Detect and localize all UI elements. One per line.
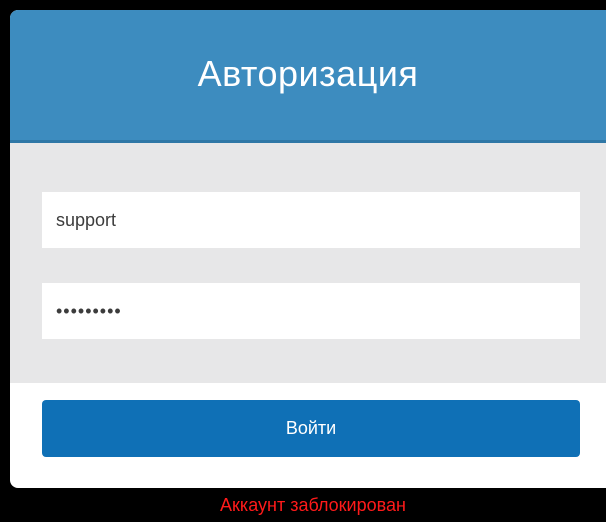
login-page: Авторизация Войти Аккаунт заблокирован: [0, 0, 606, 522]
password-input[interactable]: [42, 283, 580, 339]
login-button[interactable]: Войти: [42, 400, 580, 457]
login-header: Авторизация: [10, 10, 606, 143]
username-input[interactable]: [42, 192, 580, 248]
login-panel: Авторизация Войти: [10, 10, 606, 488]
login-form: [10, 143, 606, 383]
account-blocked-message: Аккаунт заблокирован: [220, 494, 406, 515]
page-title: Авторизация: [197, 53, 419, 94]
